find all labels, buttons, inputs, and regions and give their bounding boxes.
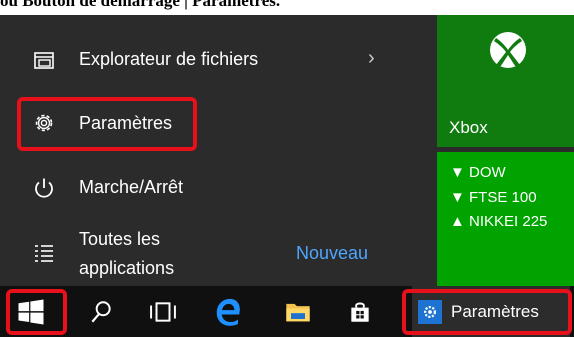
windows-logo-icon (18, 299, 44, 324)
ticker-dow: ▼ DOW (450, 164, 506, 181)
menu-item-all-apps[interactable]: Toutes les applications Nouveau (0, 227, 432, 285)
start-menu: Explorateur de fichiers › Paramètres Mar… (0, 15, 574, 286)
store-button[interactable] (337, 286, 383, 337)
task-view-button[interactable] (140, 286, 186, 337)
taskbar: Paramètres (0, 286, 574, 337)
edge-icon (216, 298, 240, 326)
all-apps-icon (35, 245, 53, 262)
menu-item-file-explorer[interactable]: Explorateur de fichiers › (0, 42, 432, 78)
tile-xbox-label: Xbox (449, 118, 488, 137)
tile-xbox[interactable]: Xbox (437, 15, 574, 147)
xbox-logo-icon (490, 32, 526, 68)
task-view-icon (150, 301, 176, 322)
tile-money[interactable]: ▼ DOW ▼ FTSE 100 ▲ NIKKEI 225 (437, 152, 574, 286)
menu-item-label: Explorateur de fichiers (79, 49, 259, 69)
start-button[interactable] (0, 286, 62, 337)
folder-icon (286, 303, 310, 321)
menu-item-settings[interactable]: Paramètres (0, 103, 432, 143)
start-menu-left-pane: Explorateur de fichiers › Paramètres Mar… (0, 15, 432, 286)
search-icon (91, 300, 111, 322)
gear-icon (35, 114, 53, 132)
settings-app-taskbar-button[interactable]: Paramètres (412, 286, 570, 337)
power-icon (35, 178, 53, 198)
search-button[interactable] (78, 286, 124, 337)
menu-item-label-line1: Toutes les (79, 229, 161, 249)
file-explorer-taskbar-button[interactable] (275, 286, 321, 337)
store-bag-icon (351, 301, 369, 322)
ticker-nikkei: ▲ NIKKEI 225 (450, 213, 548, 230)
caption-text: ou Bouton de démarrage | Paramètres. (0, 0, 281, 10)
gear-icon (418, 299, 442, 324)
menu-item-label-line2: applications (79, 258, 175, 278)
edge-browser-button[interactable] (205, 286, 251, 337)
menu-item-label: Marche/Arrêt (79, 177, 184, 197)
ticker-ftse: ▼ FTSE 100 (450, 189, 537, 206)
chevron-right-icon[interactable]: › (368, 47, 375, 70)
new-badge: Nouveau (296, 243, 369, 263)
settings-app-label: Paramètres (451, 301, 539, 321)
file-explorer-icon (34, 52, 54, 69)
menu-item-power[interactable]: Marche/Arrêt (0, 170, 432, 206)
menu-item-label: Paramètres (79, 113, 173, 133)
